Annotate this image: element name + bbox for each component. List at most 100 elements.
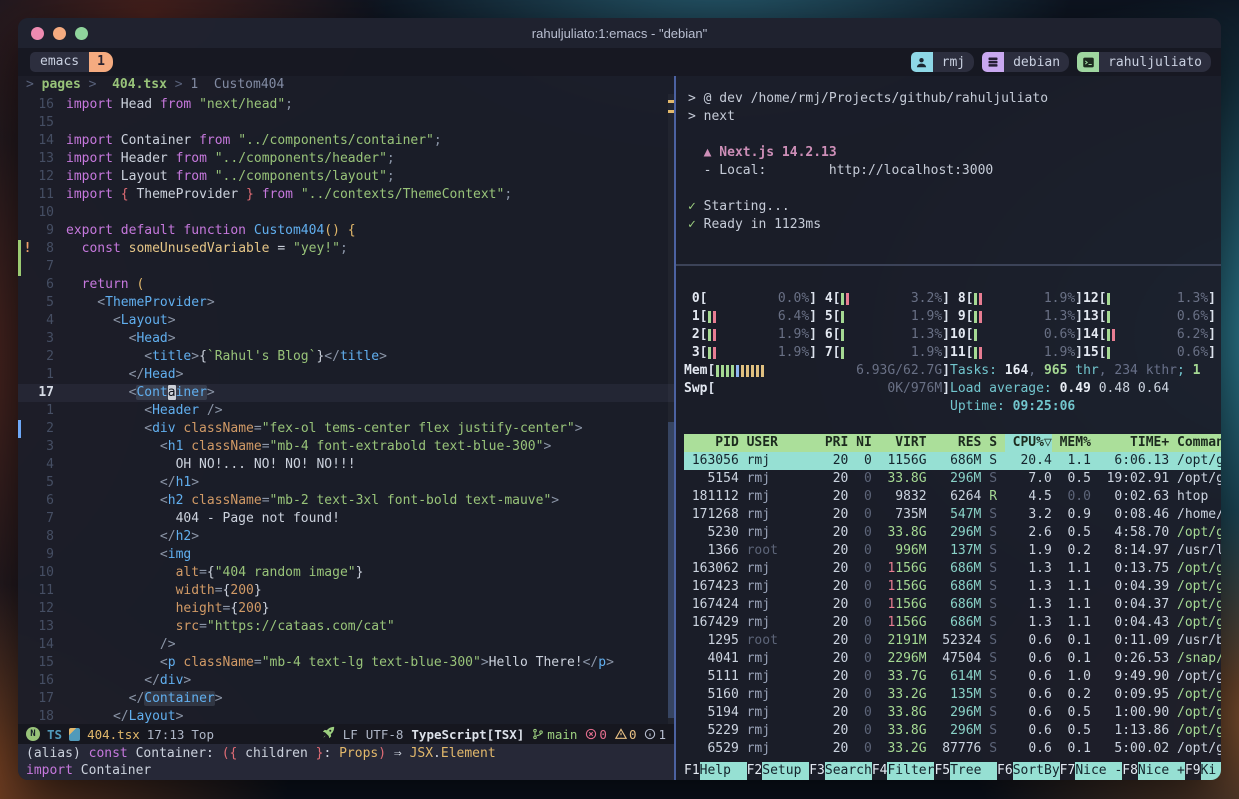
process-row[interactable]: 5160rmj20033.2G135MS0.60.20:09.95/opt/go: [684, 686, 1221, 704]
process-row[interactable]: 1366root200996M137MS1.90.28:14.97/usr/li: [684, 542, 1221, 560]
code-line[interactable]: 15: [18, 114, 674, 132]
titlebar: rahuljuliato:1:emacs - "debian": [18, 18, 1221, 48]
tasks-info: Tasks: 164, 965 thr, 234 kthr; 1Load ave…: [950, 362, 1201, 416]
code-line[interactable]: 6 <h2 className="mb-2 text-3xl font-bold…: [18, 492, 674, 510]
cpu-meter-7: 7[1.9%]: [817, 344, 950, 362]
cpu-meter-5: 5[1.9%]: [817, 308, 950, 326]
fkey-f1[interactable]: F1Help: [684, 762, 747, 780]
user-badge: rmj: [911, 52, 974, 72]
code-line[interactable]: 5 <ThemeProvider>: [18, 294, 674, 312]
shell-pane[interactable]: > @ dev /home/rmj/Projects/github/rahulj…: [676, 76, 1221, 264]
code-line[interactable]: 2 <title>{`Rahul's Blog`}</title>: [18, 348, 674, 366]
cpu-meter-10: 10[0.6%]: [950, 326, 1083, 344]
cpu-meter-8: 8[1.9%]: [950, 290, 1083, 308]
process-row[interactable]: 1295root2002191M52324S0.60.10:11.09/usr/…: [684, 632, 1221, 650]
diagnostic-infos: 1: [644, 727, 666, 742]
server-icon: [982, 52, 1004, 72]
tmux-window-tab[interactable]: emacs 1: [30, 52, 113, 72]
code-line[interactable]: !8 const someUnusedVariable = "yey!";: [18, 240, 674, 258]
code-line[interactable]: 12 height={200}: [18, 600, 674, 618]
process-row[interactable]: 167429rmj2001156G686MS1.31.10:04.43/opt/…: [684, 614, 1221, 632]
user-badge-label: rmj: [933, 52, 974, 72]
code-line[interactable]: 7: [18, 258, 674, 276]
uptime-line: Uptime: 09:25:06: [950, 398, 1201, 416]
process-row[interactable]: 171268rmj200735M547MS3.20.90:08.46/home/…: [684, 506, 1221, 524]
code-line[interactable]: 13 src="https://cataas.com/cat": [18, 618, 674, 636]
code-line[interactable]: 3 <Head>: [18, 330, 674, 348]
cursor-position: 17:13: [147, 727, 185, 742]
fkey-f2[interactable]: F2Setup: [747, 762, 810, 780]
fkey-f8[interactable]: F8Nice +: [1122, 762, 1185, 780]
process-row[interactable]: 181112rmj20098326264R4.50.00:02.63htop: [684, 488, 1221, 506]
process-row[interactable]: 5154rmj20033.8G296MS7.00.519:02.91/opt/g…: [684, 470, 1221, 488]
fkey-f7[interactable]: F7Nice -: [1060, 762, 1123, 780]
process-row[interactable]: 163062rmj2001156G686MS1.31.10:13.75/opt/…: [684, 560, 1221, 578]
statusline: N TS 404.tsx 17:13 Top LF UTF-8 TypeScri…: [18, 724, 674, 744]
cpu-meters: 0[0.0%]4[3.2%]8[1.9%]12[1.3%]1[6.4%]5[1.…: [684, 290, 1221, 362]
process-row[interactable]: 5229rmj20033.8G296MS0.60.51:13.86/opt/go: [684, 722, 1221, 740]
code-line[interactable]: 16 </div>: [18, 672, 674, 690]
code-line[interactable]: 11 width={200}: [18, 582, 674, 600]
tmux-status-bar: emacs 1 rmj debian rahuljuliato: [18, 48, 1221, 76]
tmux-right-badges: rmj debian rahuljuliato: [911, 52, 1211, 72]
code-line[interactable]: 14import Container from "../components/c…: [18, 132, 674, 150]
cpu-meter-2: 2[1.9%]: [684, 326, 817, 344]
code-line[interactable]: 15 <p className="mb-4 text-lg text-blue-…: [18, 654, 674, 672]
fkey-f5[interactable]: F5Tree: [934, 762, 997, 780]
cpu-meter-9: 9[1.3%]: [950, 308, 1083, 326]
code-line[interactable]: 1 <Header />: [18, 402, 674, 420]
code-line[interactable]: 4 OH NO!... NO! NO! NO!!!: [18, 456, 674, 474]
code-line[interactable]: 7 404 - Page not found!: [18, 510, 674, 528]
memory-meters: Mem[6.93G/62.7G]Swp[0K/976M]: [684, 362, 950, 416]
code-line[interactable]: 5 </h1>: [18, 474, 674, 492]
diagnostic-errors: 0: [585, 727, 607, 742]
code-line[interactable]: 17 </Container>: [18, 690, 674, 708]
swap-meter: Swp[0K/976M]: [684, 380, 950, 398]
code-line[interactable]: 12import Layout from "../components/layo…: [18, 168, 674, 186]
process-row[interactable]: 6529rmj20033.2G87776S0.60.15:00.02/opt/g…: [684, 740, 1221, 758]
cpu-meter-12: 12[1.3%]: [1083, 290, 1216, 308]
code-line[interactable]: 13import Header from "../components/head…: [18, 150, 674, 168]
session-badge-label: rahuljuliato: [1099, 52, 1211, 72]
fkey-f9[interactable]: F9Ki: [1185, 762, 1221, 780]
cpu-meter-15: 15[0.6%]: [1083, 344, 1216, 362]
breadcrumb[interactable]: > pages > 404.tsx > 1 Custom404: [18, 76, 674, 94]
load-average-line: Load average: 0.49 0.48 0.64: [950, 380, 1201, 398]
code-line[interactable]: 6 return (: [18, 276, 674, 294]
process-table-header[interactable]: PIDUSERPRINIVIRTRESSCPU%▽MEM%TIME+Comman…: [684, 434, 1221, 452]
process-row[interactable]: 5111rmj20033.7G614MS0.61.09:49.90/opt/go: [684, 668, 1221, 686]
fkey-f4[interactable]: F4Filter: [872, 762, 935, 780]
code-line[interactable]: 10 alt={"404 random image"}: [18, 564, 674, 582]
file-icon: [69, 728, 80, 741]
code-line[interactable]: 8 </h2>: [18, 528, 674, 546]
code-line[interactable]: 2 <div className="fex-ol tems-center fle…: [18, 420, 674, 438]
process-row[interactable]: 163056rmj2001156G686MS20.41.16:06.13/opt…: [684, 452, 1221, 470]
fkey-f3[interactable]: F3Search: [809, 762, 872, 780]
code-line[interactable]: 4 <Layout>: [18, 312, 674, 330]
info-icon: [644, 728, 656, 740]
code-line[interactable]: 11import { ThemeProvider } from "../cont…: [18, 186, 674, 204]
code-line[interactable]: 1 </Head>: [18, 366, 674, 384]
terminal-window: rahuljuliato:1:emacs - "debian" emacs 1 …: [18, 18, 1221, 780]
process-row[interactable]: 5194rmj20033.8G296MS0.60.51:00.90/opt/go: [684, 704, 1221, 722]
code-line[interactable]: 14 />: [18, 636, 674, 654]
scroll-position: Top: [191, 727, 214, 742]
code-line[interactable]: 18 </Layout>: [18, 708, 674, 724]
code-line[interactable]: 10: [18, 204, 674, 222]
code-line[interactable]: 16import Head from "next/head";: [18, 96, 674, 114]
window-title: rahuljuliato:1:emacs - "debian": [18, 26, 1221, 41]
fkey-f6[interactable]: F6SortBy: [997, 762, 1060, 780]
host-badge: debian: [982, 52, 1069, 72]
code-line[interactable]: 3 <h1 className="mb-4 font-extrabold tex…: [18, 438, 674, 456]
cpu-meter-3: 3[1.9%]: [684, 344, 817, 362]
process-row[interactable]: 5230rmj20033.8G296MS2.60.54:58.70/opt/go: [684, 524, 1221, 542]
code-line[interactable]: 17 <Container>: [18, 384, 674, 402]
process-row[interactable]: 167423rmj2001156G686MS1.31.10:04.39/opt/…: [684, 578, 1221, 596]
host-badge-label: debian: [1004, 52, 1069, 72]
process-row[interactable]: 4041rmj2002296M47504S0.60.10:26.53/snap/…: [684, 650, 1221, 668]
code-line[interactable]: 9 <img: [18, 546, 674, 564]
editor-pane: > pages > 404.tsx > 1 Custom404 16import…: [18, 76, 674, 780]
process-row[interactable]: 167424rmj2001156G686MS1.31.10:04.37/opt/…: [684, 596, 1221, 614]
cpu-meter-1: 1[6.4%]: [684, 308, 817, 326]
code-line[interactable]: 9export default function Custom404() {: [18, 222, 674, 240]
